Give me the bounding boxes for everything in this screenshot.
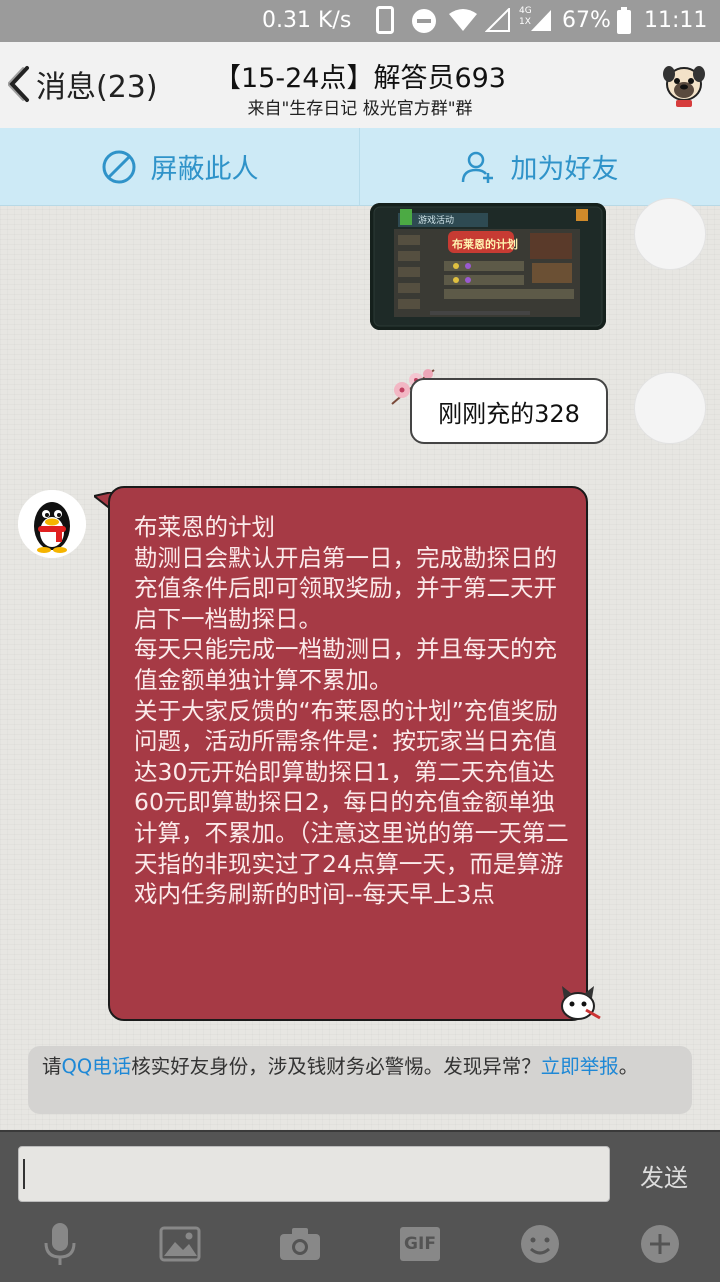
cat-sticker-icon <box>561 986 601 1020</box>
add-person-icon <box>461 151 493 183</box>
gif-icon: GIF <box>400 1227 440 1261</box>
block-user-label: 屏蔽此人 <box>150 154 259 185</box>
wifi-icon <box>448 8 478 38</box>
input-bar: 发送 GIF <box>0 1130 720 1282</box>
signal-1-icon <box>484 6 511 38</box>
network-speed: 0.31 K/s <box>262 8 352 33</box>
received-message-bubble[interactable]: 布莱恩的计划 勘测日会默认开启第一日，完成勘探日的充值条件后即可领取奖励，并于第… <box>108 486 588 1021</box>
smiley-icon <box>521 1225 559 1263</box>
block-icon <box>102 150 135 183</box>
report-link[interactable]: 立即举报 <box>541 1055 619 1078</box>
dnd-icon <box>411 8 437 40</box>
game-banner-label: 布莱恩的计划 <box>452 238 518 251</box>
voice-button[interactable] <box>36 1220 84 1268</box>
phone-icon <box>376 6 394 40</box>
sent-message-text: 刚刚充的328 <box>438 399 580 428</box>
security-notice: 请QQ电话核实好友身份，涉及钱财务必警惕。发现异常？立即举报。 <box>28 1046 692 1114</box>
send-button[interactable]: 发送 <box>626 1158 702 1193</box>
more-button[interactable] <box>636 1220 684 1268</box>
page-title: 【15-24点】解答员693 <box>214 63 506 94</box>
message-input[interactable] <box>18 1146 610 1202</box>
battery-percent: 67% <box>562 8 611 33</box>
plus-icon <box>641 1225 679 1263</box>
game-screenshot-art <box>370 203 606 330</box>
chevron-left-icon <box>8 66 29 102</box>
microphone-icon <box>44 1223 76 1265</box>
game-screenshot-image[interactable]: 游戏活动 布莱恩的计划 <box>370 203 606 330</box>
image-button[interactable] <box>156 1220 204 1268</box>
self-avatar[interactable] <box>634 198 706 270</box>
signal-2-icon <box>530 8 552 38</box>
status-bar: 0.31 K/s 4G 1X 67% 11:11 <box>0 0 720 42</box>
qq-call-link[interactable]: QQ电话 <box>62 1055 132 1078</box>
self-avatar-2[interactable] <box>634 372 706 444</box>
dog-icon <box>663 66 705 107</box>
camera-button[interactable] <box>276 1220 324 1268</box>
sender-avatar[interactable] <box>18 490 86 558</box>
image-icon <box>159 1226 201 1262</box>
game-tab-label: 游戏活动 <box>418 216 455 226</box>
add-friend-label: 加为好友 <box>510 154 619 185</box>
back-label: 消息(23) <box>36 70 158 105</box>
battery-icon <box>616 7 632 41</box>
block-user-button[interactable]: 屏蔽此人 <box>0 128 360 205</box>
gif-button[interactable]: GIF <box>396 1220 444 1268</box>
add-friend-button[interactable]: 加为好友 <box>360 128 719 205</box>
back-button[interactable]: 消息(23) <box>8 62 158 106</box>
action-bar: 屏蔽此人 加为好友 <box>0 128 720 206</box>
camera-icon <box>280 1228 320 1260</box>
text-cursor <box>23 1159 25 1189</box>
clock: 11:11 <box>644 8 708 33</box>
title-bar: 消息(23) 【15-24点】解答员693 来自"生存日记 极光官方群"群 <box>0 42 720 128</box>
page-subtitle: 来自"生存日记 极光官方群"群 <box>247 99 473 119</box>
profile-avatar-button[interactable] <box>662 60 706 108</box>
emoji-button[interactable] <box>516 1220 564 1268</box>
sent-message-bubble[interactable]: 刚刚充的328 <box>410 378 608 444</box>
penguin-icon <box>18 490 86 558</box>
